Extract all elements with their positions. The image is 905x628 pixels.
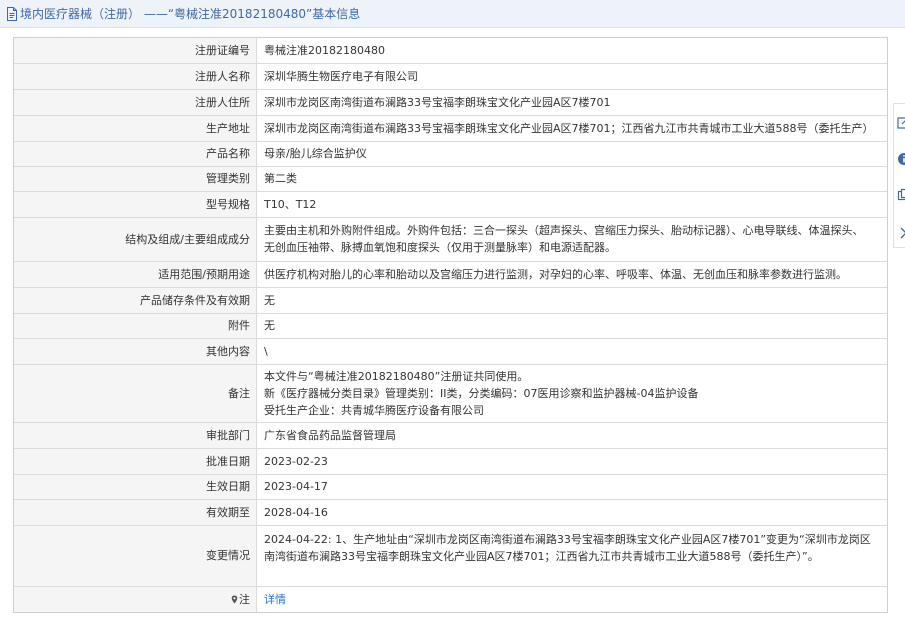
- copy-icon[interactable]: [897, 188, 905, 202]
- field-value: 供医疗机构对胎儿的心率和胎动以及宫缩压力进行监测，对孕妇的心率、呼吸率、体温、无…: [256, 261, 887, 288]
- remarks-line: 受托生产企业：共青城华腾医疗设备有限公司: [264, 403, 484, 417]
- field-label: 备注: [14, 364, 257, 423]
- field-value: 2023-04-17: [256, 474, 887, 500]
- changes-text: 2024-04-22: 1、生产地址由“深圳市龙岗区南湾街道布澜路33号宝福李朗…: [264, 532, 871, 563]
- table-row: 型号规格 T10、T12: [14, 191, 887, 218]
- remarks-line: 本文件与“粤械注准20182180480”注册证共同使用。: [264, 369, 529, 383]
- table-row: 生效日期 2023-04-17: [14, 474, 887, 500]
- field-label: 审批部门: [14, 422, 257, 449]
- table-row: 产品储存条件及有效期 无: [14, 287, 887, 314]
- changes-value: 2024-04-22: 1、生产地址由“深圳市龙岗区南湾街道布澜路33号宝福李朗…: [256, 525, 887, 587]
- field-value: \: [256, 338, 887, 365]
- document-icon: [7, 6, 17, 21]
- field-value: 无: [256, 287, 887, 314]
- field-value: 深圳市龙岗区南湾街道布澜路33号宝福李朗珠宝文化产业园A区7楼701: [256, 89, 887, 116]
- table-row: 注册证编号 粤械注准20182180480: [14, 38, 887, 64]
- field-value: T10、T12: [256, 191, 887, 218]
- field-label: 生效日期: [14, 474, 257, 500]
- table-row: 附件 无: [14, 313, 887, 339]
- field-label: 批准日期: [14, 448, 257, 475]
- field-label: 其他内容: [14, 338, 257, 365]
- field-label: 有效期至: [14, 499, 257, 526]
- table-row: 注 详情: [14, 586, 887, 612]
- info-icon[interactable]: [897, 152, 905, 166]
- table-row: 结构及组成/主要组成成分 主要由主机和外购附件组成。外购件包括：三合一探头（超声…: [14, 217, 887, 262]
- table-row: 注册人住所 深圳市龙岗区南湾街道布澜路33号宝福李朗珠宝文化产业园A区7楼701: [14, 89, 887, 116]
- field-label: 注册证编号: [14, 38, 257, 64]
- table-row: 其他内容 \: [14, 338, 887, 365]
- table-row: 生产地址 深圳市龙岗区南湾街道布澜路33号宝福李朗珠宝文化产业园A区7楼701；…: [14, 115, 887, 142]
- field-label: 产品储存条件及有效期: [14, 287, 257, 314]
- field-label: 管理类别: [14, 166, 257, 192]
- table-row: 审批部门 广东省食品药品监督管理局: [14, 422, 887, 449]
- field-label: 注册人住所: [14, 89, 257, 116]
- info-table-frame: 注册证编号 粤械注准20182180480 注册人名称 深圳华腾生物医疗电子有限…: [13, 37, 888, 613]
- table-row: 批准日期 2023-02-23: [14, 448, 887, 475]
- field-label: 附件: [14, 313, 257, 339]
- chevron-right-icon[interactable]: [897, 226, 905, 240]
- table-row: 产品名称 母亲/胎儿综合监护仪: [14, 141, 887, 167]
- field-value: 深圳市龙岗区南湾街道布澜路33号宝福李朗珠宝文化产业园A区7楼701；江西省九江…: [256, 115, 887, 142]
- edit-icon[interactable]: [897, 116, 905, 130]
- info-table: 注册证编号 粤械注准20182180480 注册人名称 深圳华腾生物医疗电子有限…: [14, 38, 887, 612]
- page-header: 境内医疗器械（注册） ——“粤械注准20182180480”基本信息: [0, 0, 905, 28]
- field-label: 结构及组成/主要组成成分: [14, 217, 257, 262]
- table-row: 备注 本文件与“粤械注准20182180480”注册证共同使用。 新《医疗器械分…: [14, 364, 887, 423]
- field-value: 母亲/胎儿综合监护仪: [256, 141, 887, 167]
- remarks-value: 本文件与“粤械注准20182180480”注册证共同使用。 新《医疗器械分类目录…: [256, 364, 887, 423]
- field-label: 注册人名称: [14, 63, 257, 90]
- table-row: 适用范围/预期用途 供医疗机构对胎儿的心率和胎动以及宫缩压力进行监测，对孕妇的心…: [14, 261, 887, 288]
- note-label: 注: [239, 592, 250, 606]
- field-value: 粤械注准20182180480: [256, 38, 887, 64]
- field-value: 无: [256, 313, 887, 339]
- field-value: 广东省食品药品监督管理局: [256, 422, 887, 449]
- field-value: 2023-02-23: [256, 448, 887, 475]
- table-row: 变更情况 2024-04-22: 1、生产地址由“深圳市龙岗区南湾街道布澜路33…: [14, 525, 887, 587]
- note-label-cell: 注: [14, 586, 257, 612]
- remarks-line: 新《医疗器械分类目录》管理类别：II类，分类编码：07医用诊察和监护器械-04监…: [264, 386, 699, 400]
- field-label: 适用范围/预期用途: [14, 261, 257, 288]
- field-label: 产品名称: [14, 141, 257, 167]
- field-value: 深圳华腾生物医疗电子有限公司: [256, 63, 887, 90]
- table-row: 有效期至 2028-04-16: [14, 499, 887, 526]
- field-value: 第二类: [256, 166, 887, 192]
- page-title: 境内医疗器械（注册） ——“粤械注准20182180480”基本信息: [20, 7, 361, 21]
- side-toolbar: [893, 103, 905, 248]
- field-value: 主要由主机和外购附件组成。外购件包括：三合一探头（超声探头、宫缩压力探头、胎动标…: [256, 217, 887, 262]
- field-value: 2028-04-16: [256, 499, 887, 526]
- table-row: 管理类别 第二类: [14, 166, 887, 192]
- field-label: 变更情况: [14, 525, 257, 587]
- location-pin-icon: [231, 595, 238, 604]
- field-label: 型号规格: [14, 191, 257, 218]
- note-value: 详情: [257, 586, 888, 612]
- field-label: 生产地址: [14, 115, 257, 142]
- details-link[interactable]: 详情: [264, 593, 286, 606]
- table-row: 注册人名称 深圳华腾生物医疗电子有限公司: [14, 63, 887, 90]
